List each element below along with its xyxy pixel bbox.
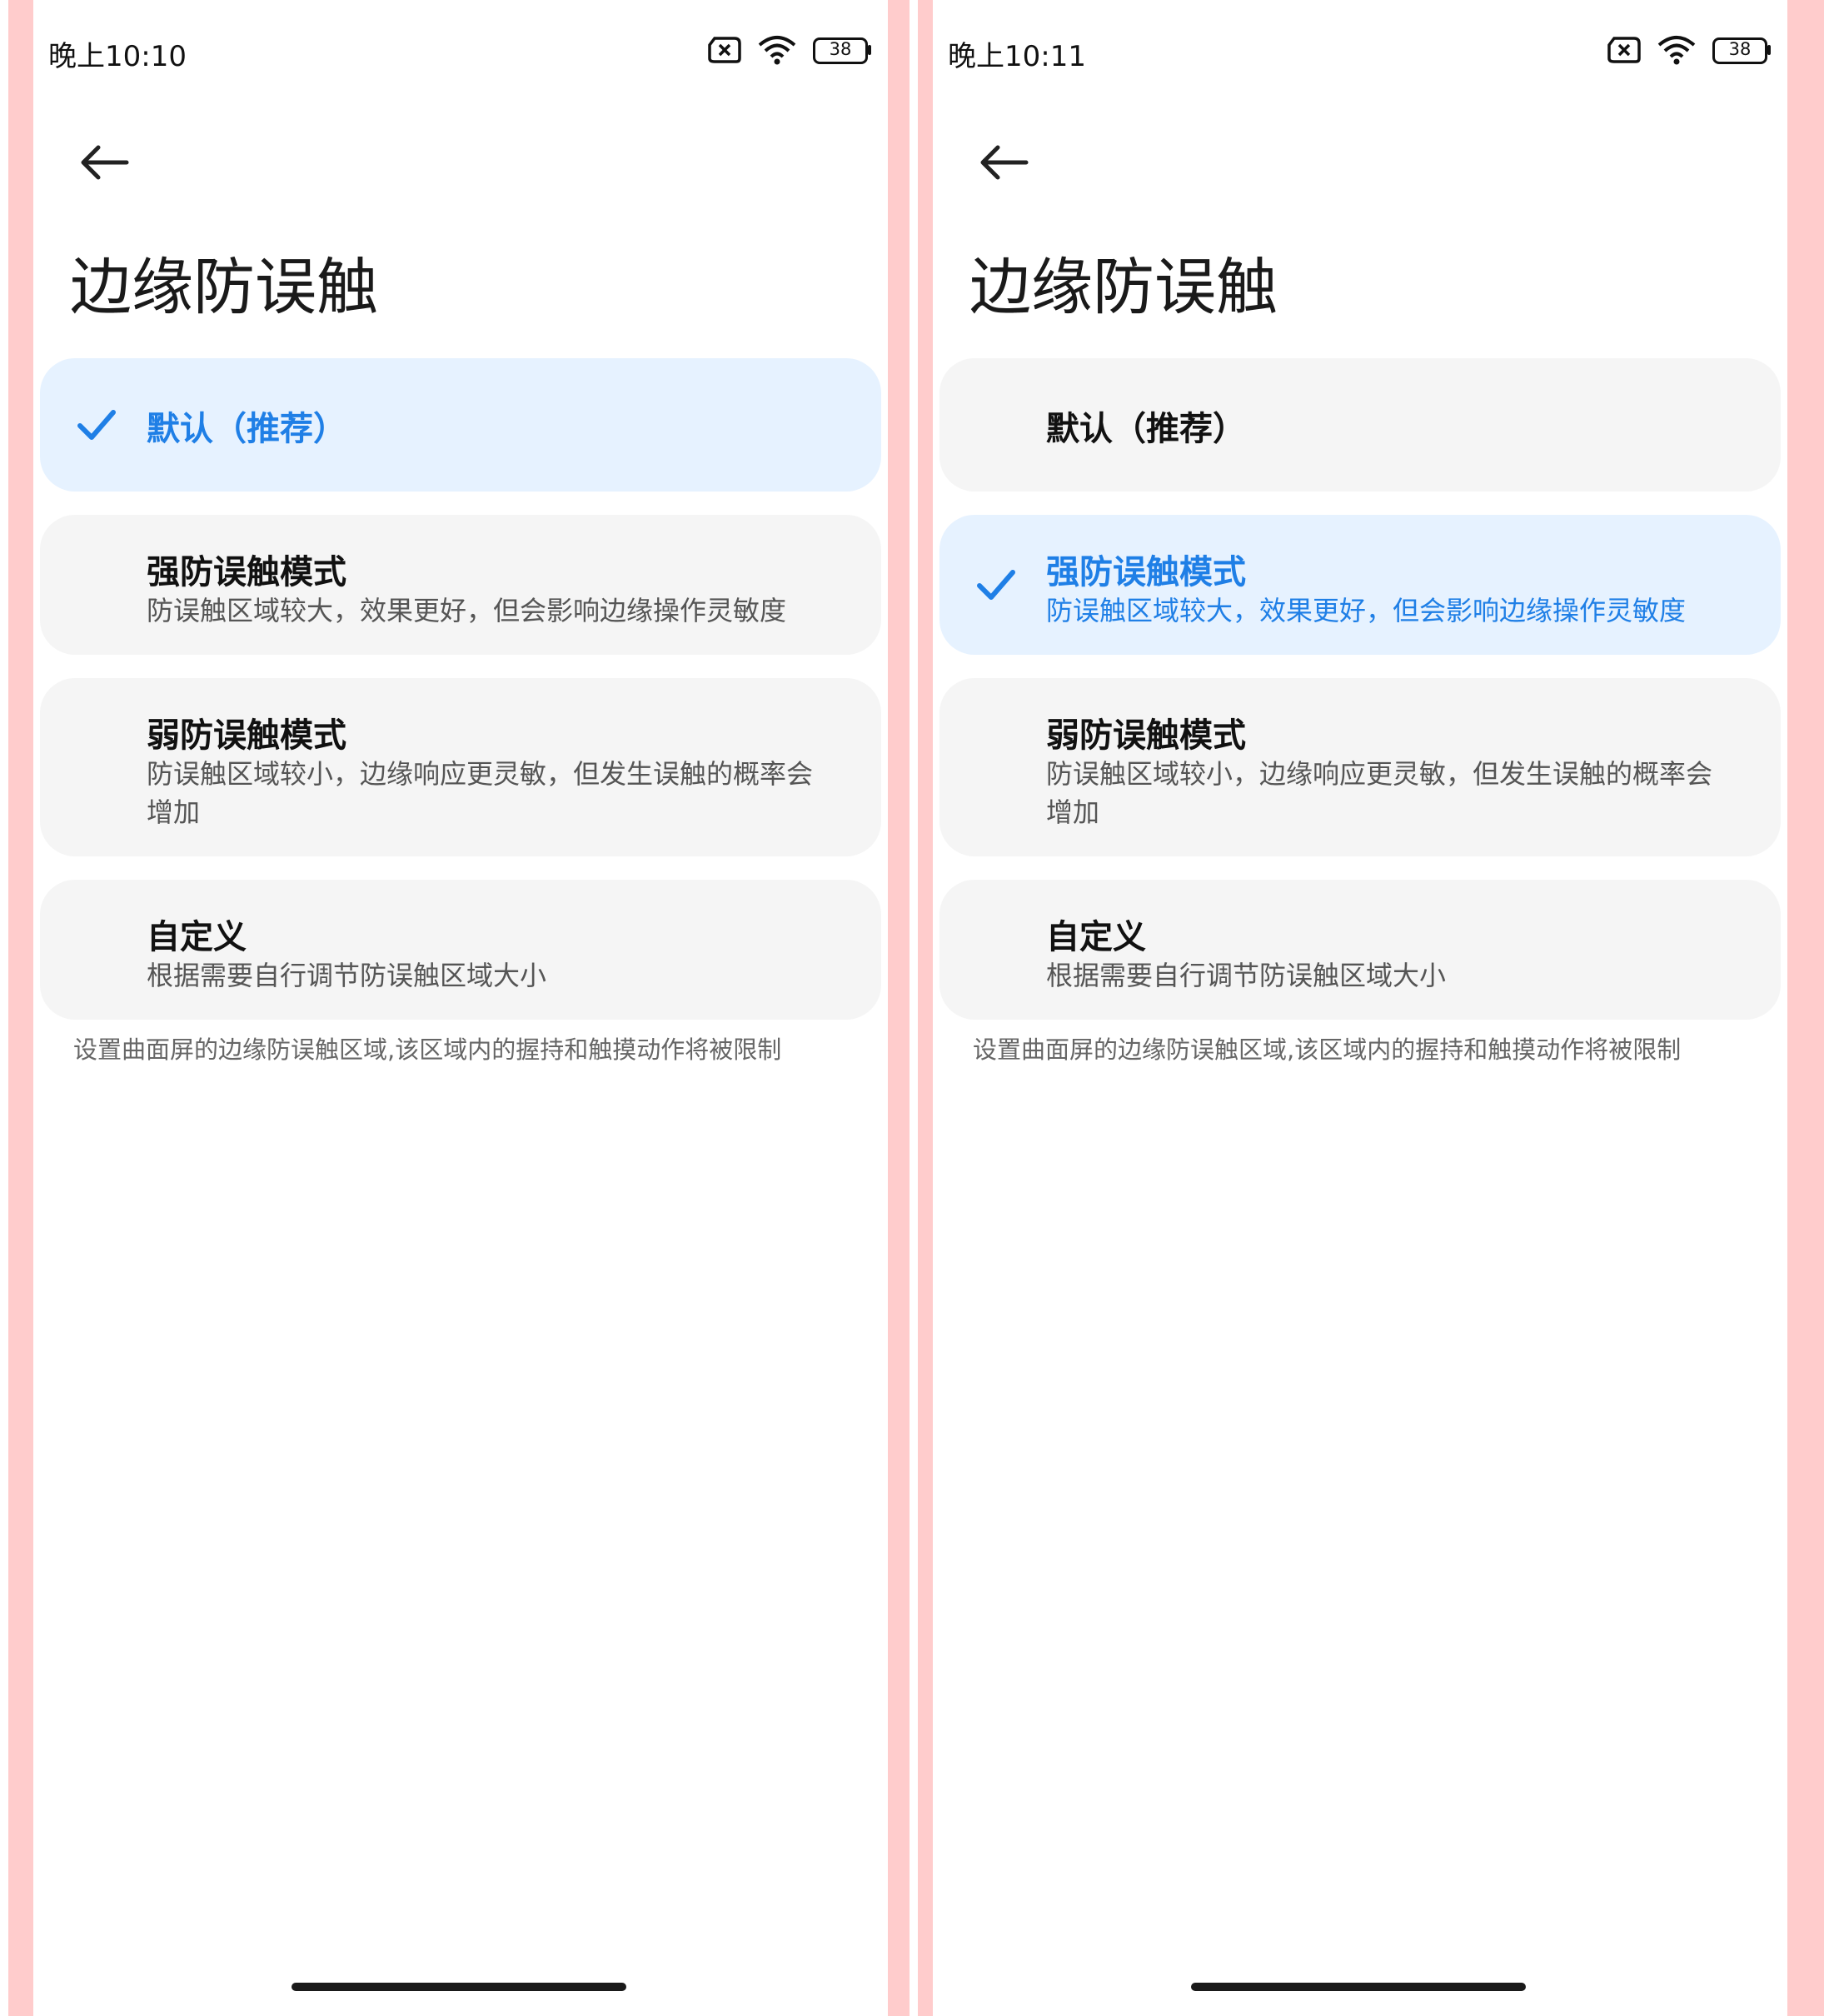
option-weak[interactable]: 弱防误触模式 防误触区域较小，边缘响应更灵敏，但发生误触的概率会增加: [939, 678, 1781, 856]
option-title: 强防误触模式: [1046, 553, 1246, 591]
option-title: 弱防误触模式: [147, 716, 346, 755]
back-arrow-icon[interactable]: [974, 133, 1033, 192]
option-title: 强防误触模式: [147, 553, 346, 591]
battery-level: 38: [1728, 39, 1752, 59]
page-title: 边缘防误触: [969, 252, 1278, 323]
option-default[interactable]: 默认（推荐）: [939, 358, 1781, 492]
option-description: 根据需要自行调节防误触区域大小: [147, 960, 547, 991]
status-time: 晚上10:10: [48, 40, 187, 73]
option-description: 防误触区域较小，边缘响应更灵敏，但发生误触的概率会增加: [1046, 758, 1713, 828]
option-title: 默认（推荐）: [147, 410, 346, 448]
footnote: 设置曲面屏的边缘防误触区域,该区域内的握持和触摸动作将被限制: [973, 1035, 1682, 1064]
option-description: 防误触区域较小，边缘响应更灵敏，但发生误触的概率会增加: [147, 758, 814, 828]
status-bar: 晚上10:11 38: [933, 32, 1787, 73]
status-icons: 38: [1607, 35, 1771, 65]
wifi-icon: [1657, 36, 1696, 65]
option-default[interactable]: 默认（推荐）: [40, 358, 881, 492]
wifi-icon: [758, 36, 796, 65]
status-bar: 晚上10:10 38: [33, 32, 888, 73]
right-gutter: [1787, 0, 1824, 2016]
option-title: 默认（推荐）: [1046, 410, 1246, 448]
option-weak[interactable]: 弱防误触模式 防误触区域较小，边缘响应更灵敏，但发生误触的概率会增加: [40, 678, 881, 856]
option-description: 防误触区域较大，效果更好，但会影响边缘操作灵敏度: [1046, 595, 1687, 626]
battery-icon: 38: [813, 37, 871, 64]
footnote: 设置曲面屏的边缘防误触区域,该区域内的握持和触摸动作将被限制: [73, 1035, 782, 1064]
option-title: 弱防误触模式: [1046, 716, 1246, 755]
home-indicator[interactable]: [1191, 1983, 1526, 1991]
option-description: 防误触区域较大，效果更好，但会影响边缘操作灵敏度: [147, 595, 787, 626]
no-sim-icon: [1607, 37, 1641, 63]
option-custom[interactable]: 自定义 根据需要自行调节防误触区域大小: [40, 880, 881, 1020]
checkmark-icon: [977, 570, 1015, 600]
option-title: 自定义: [147, 918, 247, 956]
page-title: 边缘防误触: [70, 252, 378, 323]
home-indicator[interactable]: [292, 1983, 626, 1991]
left-gutter: [8, 0, 33, 2016]
option-title: 自定义: [1046, 918, 1146, 956]
option-strong[interactable]: 强防误触模式 防误触区域较大，效果更好，但会影响边缘操作灵敏度: [40, 515, 881, 655]
center-gutter-left: [885, 0, 910, 2016]
screen-1: 晚上10:10 38 边缘防误触 默认（推荐） 强防误触模式 防误触区域较大，效…: [33, 0, 888, 2016]
checkmark-icon: [77, 410, 116, 440]
option-strong[interactable]: 强防误触模式 防误触区域较大，效果更好，但会影响边缘操作灵敏度: [939, 515, 1781, 655]
battery-level: 38: [829, 39, 852, 59]
screen-2: 晚上10:11 38 边缘防误触 默认（推荐） 强防误触模式 防误触区域较大，效…: [933, 0, 1787, 2016]
status-time: 晚上10:11: [948, 40, 1086, 73]
option-custom[interactable]: 自定义 根据需要自行调节防误触区域大小: [939, 880, 1781, 1020]
no-sim-icon: [708, 37, 741, 63]
battery-icon: 38: [1712, 37, 1771, 64]
option-description: 根据需要自行调节防误触区域大小: [1046, 960, 1447, 991]
back-arrow-icon[interactable]: [75, 133, 133, 192]
status-icons: 38: [708, 35, 871, 65]
